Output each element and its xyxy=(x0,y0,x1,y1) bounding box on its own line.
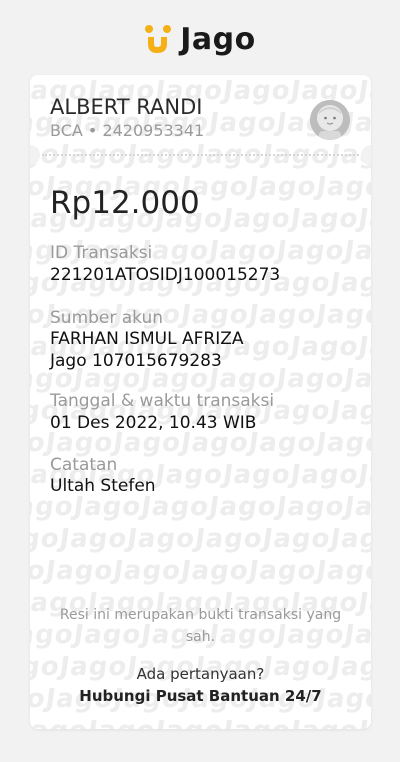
transaction-id-value: 221201ATOSIDJ100015273 xyxy=(50,265,281,285)
recipient-bank-account: BCA • 2420953341 xyxy=(50,121,205,140)
source-account-holder: FARHAN ISMUL AFRIZA xyxy=(50,329,244,349)
help-center-link[interactable]: Hubungi Pusat Bantuan 24/7 xyxy=(50,687,351,705)
transaction-id-label: ID Transaksi xyxy=(50,243,153,263)
ticket-divider xyxy=(42,154,359,156)
receipt-card: JagoJagoJagoJagoJagoJagoJago JagoJagoJago… xyxy=(30,75,371,729)
transaction-datetime-value: 01 Des 2022, 10.43 WIB xyxy=(50,413,257,433)
avatar xyxy=(310,100,350,140)
brand-name: Jago xyxy=(180,22,256,57)
help-question: Ada pertanyaan? xyxy=(136,665,265,683)
jago-logo-icon xyxy=(145,24,172,53)
app-header: Jago xyxy=(0,0,400,75)
note-value: Ultah Stefen xyxy=(50,476,156,496)
source-account-number: Jago 107015679283 xyxy=(50,351,222,371)
jago-logo: Jago xyxy=(144,22,256,57)
transfer-amount: Rp12.000 xyxy=(50,185,200,221)
watermark-row: JagoJagoJagoJagoJagoJagoJago xyxy=(30,556,371,586)
watermark-row: JagoJagoJagoJagoJagoJagoJago xyxy=(30,715,371,729)
watermark-row: JagoJagoJagoJagoJagoJagoJago xyxy=(30,524,371,554)
ticket-notch-right xyxy=(361,145,371,165)
ticket-notch-left xyxy=(30,145,40,165)
receipt-disclaimer: Resi ini merupakan bukti transaksi yang … xyxy=(59,607,342,645)
transaction-datetime-label: Tanggal & waktu transaksi xyxy=(50,391,275,411)
source-account-label: Sumber akun xyxy=(50,308,164,328)
note-label: Catatan xyxy=(50,455,118,475)
user-avatar-icon xyxy=(310,100,350,140)
recipient-name: ALBERT RANDI xyxy=(50,95,203,119)
